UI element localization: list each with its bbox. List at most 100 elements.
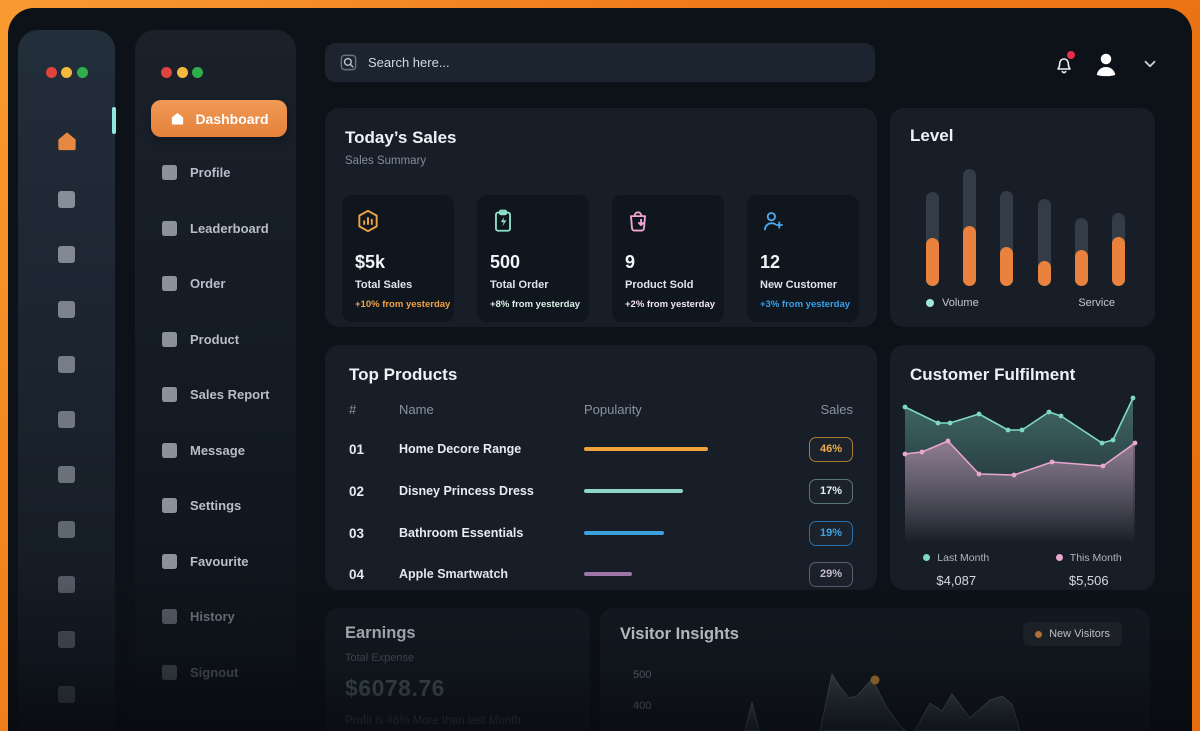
fulfilment-legend: Last Month $4,087 This Month $5,506 (890, 548, 1155, 588)
stat-card: $5k Total Sales +10% from yesterday (342, 195, 454, 322)
placeholder-icon (58, 466, 75, 483)
placeholder-icon (162, 165, 177, 180)
placeholder-icon (162, 665, 177, 680)
legend-value: $4,087 (890, 573, 1023, 588)
zoom-button[interactable] (77, 67, 88, 78)
close-button[interactable] (161, 67, 172, 78)
sidebar-item-history[interactable]: History (151, 597, 287, 637)
table-row: 02 Disney Princess Dress 17% (349, 470, 853, 512)
sidebar-item-label: Favourite (190, 554, 249, 569)
minimize-button[interactable] (177, 67, 188, 78)
stat-delta: +2% from yesterday (625, 299, 711, 310)
rail-item-message[interactable] (58, 463, 75, 485)
legend-label: This Month (1070, 552, 1122, 564)
user-icon (1091, 49, 1121, 79)
level-bar-value (1112, 237, 1125, 286)
sidebar-item-label: Sales Report (190, 387, 269, 402)
zoom-button[interactable] (192, 67, 203, 78)
stat-card: 500 Total Order +8% from yesterday (477, 195, 589, 322)
sidebar-item-label: Settings (190, 498, 241, 513)
stat-label: Product Sold (625, 279, 711, 291)
top-products-card: Top Products # Name Popularity Sales 01 … (325, 345, 877, 590)
sidebar-item-signout[interactable]: Signout (151, 653, 287, 693)
rail-item-history[interactable] (58, 628, 75, 650)
clipboard-bolt-icon (490, 208, 516, 234)
sidebar-item-product[interactable]: Product (151, 320, 287, 360)
placeholder-icon (58, 356, 75, 373)
row-number: 03 (349, 526, 399, 541)
placeholder-icon (162, 443, 177, 458)
row-number: 02 (349, 484, 399, 499)
sidebar-item-label: Profile (190, 165, 230, 180)
stat-card: 9 Product Sold +2% from yesterday (612, 195, 724, 322)
placeholder-icon (162, 332, 177, 347)
rail-item-order[interactable] (58, 298, 75, 320)
search-input[interactable] (368, 55, 861, 70)
stat-delta: +10% from yesterday (355, 299, 441, 310)
rail-item-favourite[interactable] (58, 573, 75, 595)
rail-item-leaderboard[interactable] (58, 243, 75, 265)
table-header: # Name Popularity Sales (349, 397, 853, 421)
search-bar[interactable] (325, 43, 875, 82)
sidebar-item-sales-report[interactable]: Sales Report (151, 375, 287, 415)
level-bar-value (1038, 261, 1051, 286)
sidebar-item-settings[interactable]: Settings (151, 486, 287, 526)
card-title: Visitor Insights (620, 625, 739, 644)
earnings-subtitle: Total Expense (345, 652, 570, 664)
legend-service: Service (1078, 297, 1115, 309)
user-avatar[interactable] (1090, 48, 1122, 80)
level-bar-group (1000, 169, 1013, 286)
chevron-down-icon (1141, 55, 1159, 73)
card-title: Top Products (349, 365, 853, 385)
y-axis-tick: 400 (633, 700, 651, 712)
fulfilment-area-chart (902, 393, 1143, 543)
column-sales: Sales (778, 402, 853, 417)
legend-value: $5,506 (1023, 573, 1156, 588)
sidebar-item-profile[interactable]: Profile (151, 153, 287, 193)
stat-delta: +3% from yesterday (760, 299, 846, 310)
card-title: Earnings (345, 624, 570, 643)
close-button[interactable] (46, 67, 57, 78)
stat-label: Total Order (490, 279, 576, 291)
notifications-button[interactable] (1048, 48, 1080, 80)
level-card: Level Volume Service (890, 108, 1155, 327)
sidebar: Dashboard Profile Leaderboard Order Prod… (135, 30, 296, 731)
y-axis-tick: 500 (633, 669, 651, 681)
sidebar-item-label: Signout (190, 665, 238, 680)
sidebar-item-leaderboard[interactable]: Leaderboard (151, 209, 287, 249)
placeholder-icon (58, 631, 75, 648)
placeholder-icon (58, 521, 75, 538)
table-row: 04 Apple Smartwatch 29% (349, 553, 853, 595)
level-bar-value (963, 226, 976, 286)
card-title: Level (910, 126, 1135, 146)
placeholder-icon (162, 554, 177, 569)
stat-value: $5k (355, 252, 441, 273)
window-controls (161, 67, 203, 78)
sidebar-item-order[interactable]: Order (151, 264, 287, 304)
legend-dot-icon (926, 299, 934, 307)
bag-arrow-down-icon (625, 208, 651, 234)
badge-label: New Visitors (1049, 628, 1110, 640)
rail-item-sales-report[interactable] (58, 408, 75, 430)
sidebar-item-label: Order (190, 276, 225, 291)
placeholder-icon (162, 498, 177, 513)
sales-badge: 46% (809, 437, 853, 462)
rail-item-dashboard[interactable] (54, 127, 80, 155)
window-controls (46, 67, 88, 78)
stat-value: 12 (760, 252, 846, 273)
active-item-indicator (112, 107, 116, 134)
sidebar-item-dashboard[interactable]: Dashboard (151, 100, 287, 137)
account-menu-button[interactable] (1134, 48, 1166, 80)
popularity-bar (584, 447, 708, 451)
sidebar-item-message[interactable]: Message (151, 431, 287, 471)
level-bar-group (963, 169, 976, 286)
sidebar-item-favourite[interactable]: Favourite (151, 542, 287, 582)
minimize-button[interactable] (61, 67, 72, 78)
customer-fulfilment-card: Customer Fulfilment Last Month $4,087 (890, 345, 1155, 590)
hexagon-chart-icon (355, 208, 381, 234)
legend-dot-icon (1035, 631, 1042, 638)
rail-item-profile[interactable] (58, 188, 75, 210)
rail-item-settings[interactable] (58, 518, 75, 540)
rail-item-product[interactable] (58, 353, 75, 375)
rail-item-signout[interactable] (58, 683, 75, 705)
